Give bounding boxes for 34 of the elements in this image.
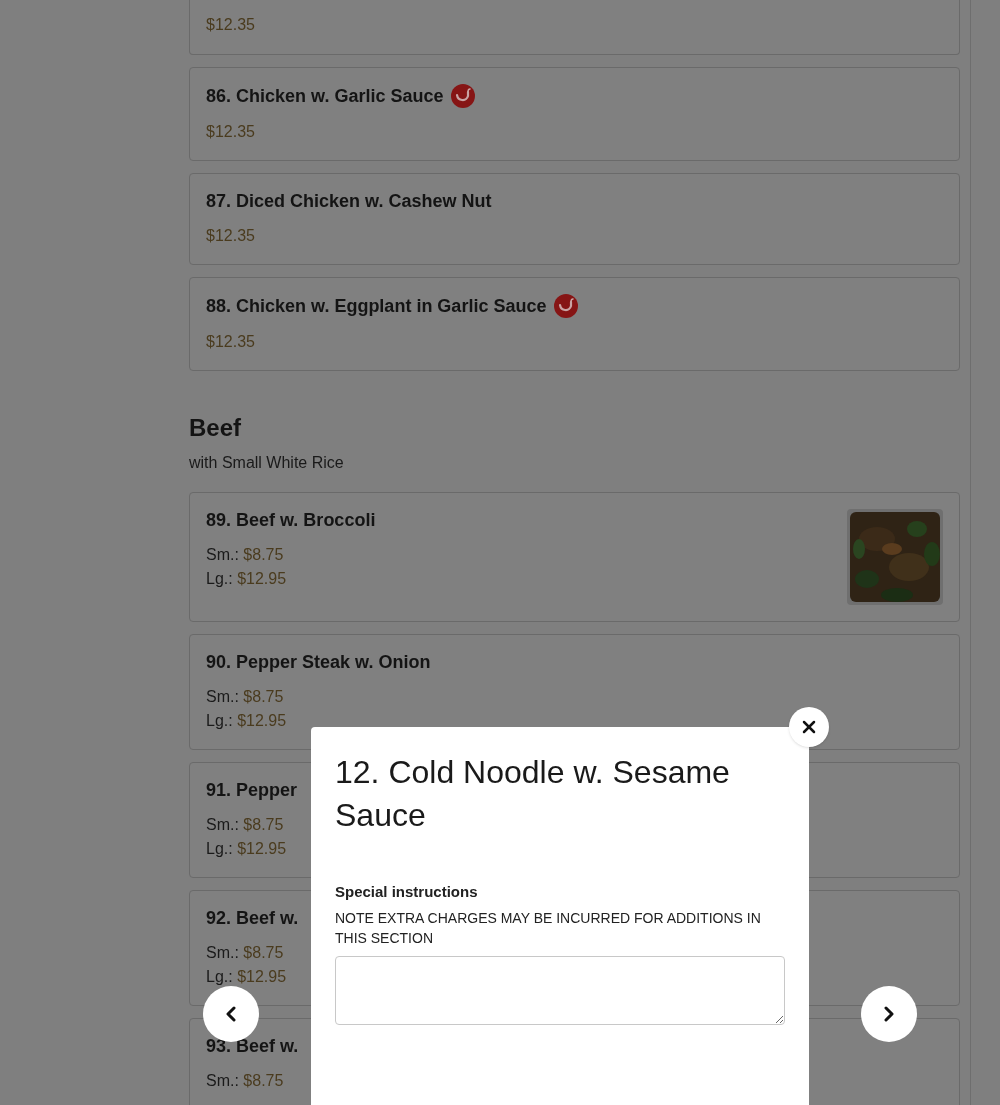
item-price: $12.35: [206, 122, 256, 142]
item-name: 87. Diced Chicken w. Cashew Nut: [206, 190, 492, 212]
item-price: Lg.: $12.95: [206, 967, 288, 987]
instructions-field[interactable]: [335, 955, 785, 1025]
instructions-note: NOTE EXTRA CHARGES MAY BE INCURRED FOR ADDITIONS IN THIS SECTION: [335, 908, 762, 948]
item-price: Sm.: $8.75: [206, 815, 285, 835]
item-price: Sm.: $8.75: [206, 545, 285, 565]
item-price: Sm.: $8.75: [206, 1071, 285, 1091]
item-name: 91. Pepper: [206, 779, 298, 801]
item-name: 90. Pepper Steak w. Onion: [206, 651, 431, 673]
chili-pepper-icon: [451, 84, 476, 108]
menu-item-card[interactable]: $12.35: [189, 0, 960, 55]
instructions-label: Special instructions: [335, 882, 479, 902]
item-price: Sm.: $8.75: [206, 943, 285, 963]
item-price: Lg.: $12.95: [206, 569, 288, 589]
menu-item-card[interactable]: 87. Diced Chicken w. Cashew Nut $12.35: [189, 173, 960, 265]
item-name: 89. Beef w. Broccoli: [206, 509, 376, 531]
section-subtitle: with Small White Rice: [189, 453, 345, 473]
chili-pepper-icon: [554, 294, 579, 318]
item-price: Sm.: $8.75: [206, 687, 285, 707]
item-price: Lg.: $12.95: [206, 839, 288, 859]
item-name: 88. Chicken w. Eggplant in Garlic Sauce: [206, 295, 547, 317]
item-price: Lg.: $12.95: [206, 711, 288, 731]
menu-item-card[interactable]: 86. Chicken w. Garlic Sauce $12.35: [189, 67, 960, 161]
section-title: Beef: [189, 413, 243, 443]
item-price: $12.35: [206, 226, 256, 246]
item-price: $12.35: [206, 332, 256, 352]
item-price: $12.35: [206, 15, 255, 35]
item-name: 86. Chicken w. Garlic Sauce: [206, 85, 444, 107]
menu-item-card[interactable]: 89. Beef w. Broccoli Sm.: $8.75 Lg.: $12.95: [189, 492, 960, 622]
dialog-title: 12. Cold Noodle w. Sesame Sauce: [335, 753, 731, 835]
item-name: 92. Beef w.: [206, 907, 299, 929]
item-name: 93. Beef w.: [206, 1035, 299, 1057]
menu-item-card[interactable]: 88. Chicken w. Eggplant in Garlic Sauce $12.35: [189, 277, 960, 371]
